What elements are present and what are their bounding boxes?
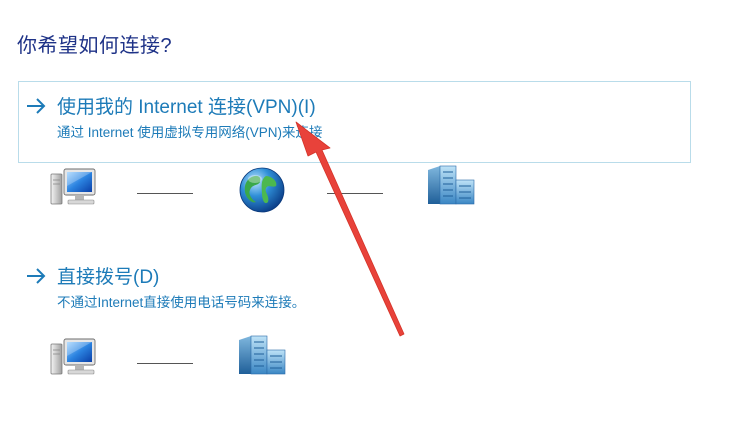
dialup-connection-option[interactable]: 直接拨号(D) 不通过Internet直接使用电话号码来连接。 xyxy=(18,256,691,316)
globe-icon xyxy=(239,167,285,213)
connection-line xyxy=(137,193,193,194)
dialup-option-description: 不通过Internet直接使用电话号码来连接。 xyxy=(57,295,306,310)
vpn-connection-option[interactable]: 使用我的 Internet 连接(VPN)(I) 通过 Internet 使用虚… xyxy=(18,81,691,163)
connection-line xyxy=(137,363,193,364)
vpn-option-description: 通过 Internet 使用虚拟专用网络(VPN)来连接 xyxy=(57,125,323,140)
arrow-right-icon xyxy=(27,98,46,114)
vpn-option-title: 使用我的 Internet 连接(VPN)(I) xyxy=(57,97,316,118)
dialup-option-title: 直接拨号(D) xyxy=(57,267,160,288)
server-icon xyxy=(239,335,286,375)
server-icon xyxy=(428,165,475,205)
computer-icon xyxy=(50,338,96,375)
arrow-right-icon xyxy=(27,268,46,284)
annotation-arrow xyxy=(295,121,405,337)
computer-icon xyxy=(50,168,96,205)
connection-line xyxy=(327,193,383,194)
page-title: 你希望如何连接? xyxy=(17,35,173,57)
